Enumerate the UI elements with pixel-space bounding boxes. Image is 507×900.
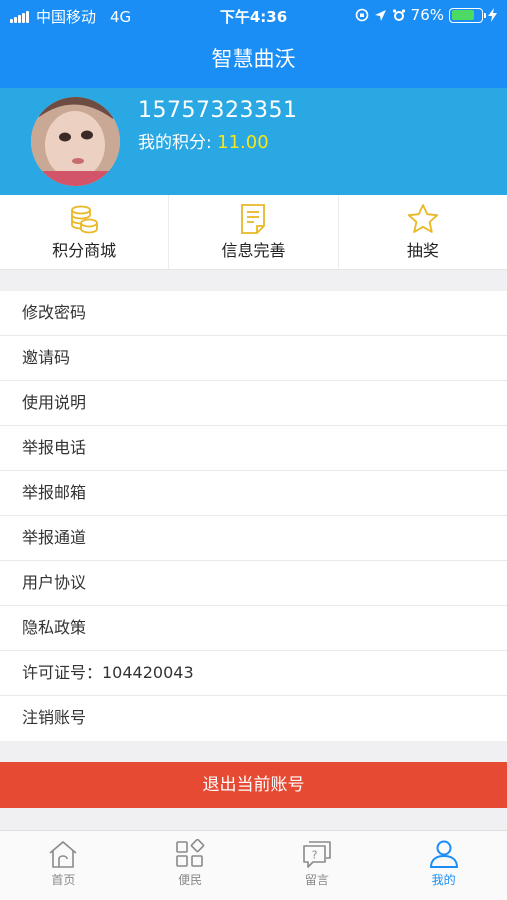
menu-item-license-number: 许可证号：104420043 xyxy=(0,651,507,696)
quick-actions: 积分商城 信息完善 抽奖 xyxy=(0,195,507,270)
location-icon xyxy=(374,9,386,21)
avatar-photo xyxy=(31,97,120,186)
quick-action-lottery[interactable]: 抽奖 xyxy=(339,195,507,269)
tab-label: 我的 xyxy=(431,873,456,887)
phone-number: 15757323351 xyxy=(138,98,298,123)
battery-percent: 76% xyxy=(410,6,444,24)
avatar[interactable] xyxy=(31,97,120,186)
menu-item-user-agreement[interactable]: 用户协议 xyxy=(0,561,507,606)
message-icon: ? xyxy=(303,841,331,868)
quick-action-points-mall[interactable]: 积分商城 xyxy=(0,195,170,269)
quick-action-label: 积分商城 xyxy=(52,241,117,260)
status-right: 76% xyxy=(355,6,497,24)
alarm-icon xyxy=(392,9,405,21)
quick-action-label: 抽奖 xyxy=(406,241,439,260)
menu-list: 修改密码 邀请码 使用说明 举报电话 举报邮箱 举报通道 用户协议 隐私政策 许… xyxy=(0,291,507,741)
tab-home[interactable]: 首页 xyxy=(0,831,127,900)
profile-header: 15757323351 我的积分: 11.00 xyxy=(0,88,507,195)
points-line: 我的积分: 11.00 xyxy=(138,128,269,153)
battery-fill xyxy=(451,10,474,20)
coins-icon xyxy=(71,205,99,234)
menu-item-privacy-policy[interactable]: 隐私政策 xyxy=(0,606,507,651)
tab-mine[interactable]: 我的 xyxy=(380,831,507,900)
menu-item-instructions[interactable]: 使用说明 xyxy=(0,381,507,426)
battery-icon xyxy=(449,7,486,23)
status-bar: 中国移动 4G 下午4:36 76% xyxy=(0,0,507,30)
charging-icon xyxy=(488,8,497,22)
tab-label: 首页 xyxy=(51,873,76,887)
menu-item-report-channel[interactable]: 举报通道 xyxy=(0,516,507,561)
home-icon xyxy=(49,841,77,868)
tab-services[interactable]: 便民 xyxy=(127,831,254,900)
tab-label: 留言 xyxy=(304,873,329,887)
tab-messages[interactable]: ? 留言 xyxy=(254,831,381,900)
logout-button[interactable]: 退出当前账号 xyxy=(0,762,507,808)
menu-item-delete-account[interactable]: 注销账号 xyxy=(0,696,507,741)
person-icon xyxy=(429,840,458,868)
document-icon xyxy=(241,204,266,234)
svg-text:?: ? xyxy=(311,849,317,862)
star-icon xyxy=(407,204,438,233)
tab-bar: 首页 便民 ? 留言 我的 xyxy=(0,830,507,900)
menu-item-report-phone[interactable]: 举报电话 xyxy=(0,426,507,471)
lock-rotation-icon xyxy=(355,8,368,22)
grid-icon xyxy=(176,839,205,867)
tab-label: 便民 xyxy=(178,873,203,887)
points-value: 11.00 xyxy=(217,132,269,153)
page-title: 智慧曲沃 xyxy=(0,30,507,88)
menu-item-report-email[interactable]: 举报邮箱 xyxy=(0,471,507,516)
quick-action-info[interactable]: 信息完善 xyxy=(169,195,339,269)
points-label: 我的积分: xyxy=(138,133,218,153)
menu-item-invite-code[interactable]: 邀请码 xyxy=(0,336,507,381)
menu-item-change-password[interactable]: 修改密码 xyxy=(0,291,507,336)
quick-action-label: 信息完善 xyxy=(221,241,286,260)
